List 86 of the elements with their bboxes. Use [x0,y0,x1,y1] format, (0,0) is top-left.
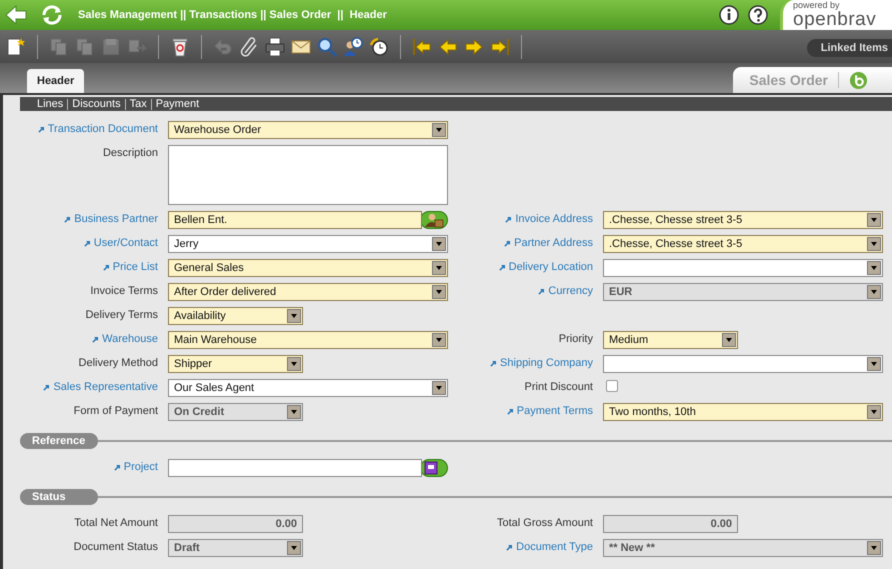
field-label[interactable]: Warehouse [92,333,158,345]
dropdown-field[interactable]: Two months, 10th [603,403,883,421]
field-label: Description [102,147,158,159]
link-arrow-icon [538,288,546,294]
field-label[interactable]: Delivery Location [498,261,593,273]
field-label: Delivery Terms [85,309,158,321]
printer-icon[interactable] [264,36,286,58]
field-label[interactable]: Business Partner [64,213,158,225]
field-label: Delivery Method [78,357,158,369]
dropdown-field[interactable]: Availability [168,307,303,325]
info-icon[interactable] [719,5,739,25]
subtab-link[interactable]: Lines [33,98,68,110]
history-icon[interactable] [368,36,390,58]
window-title: Sales Order [749,72,839,88]
field-label: Total Gross Amount [497,517,593,529]
field-label[interactable]: Project [114,461,158,473]
subtab-link[interactable]: Discounts [68,98,125,110]
dropdown-field[interactable]: On Credit [168,403,303,421]
dropdown-field[interactable]: .Chesse, Chesse street 3-5 [603,211,883,229]
dropdown-field[interactable]: EUR [603,283,883,301]
dropdown-field[interactable]: Main Warehouse [168,331,448,349]
dropdown-field[interactable]: Our Sales Agent [168,379,448,397]
link-arrow-icon [490,360,498,366]
refresh-icon[interactable] [40,3,64,27]
section-header[interactable]: Reference [20,433,98,449]
link-arrow-icon [92,336,100,342]
link-arrow-icon [38,126,45,132]
input-field[interactable]: Bellen Ent. [168,211,422,229]
user-clock-icon[interactable] [342,36,364,58]
link-arrow-icon [102,264,110,270]
dropdown-field[interactable] [603,259,883,277]
logo-icon [849,70,868,90]
link-arrow-icon [498,264,506,270]
checkbox[interactable] [606,380,618,392]
logo-tagline: powered by [793,0,841,11]
link-arrow-icon [64,216,72,222]
field-label[interactable]: Currency [538,285,593,297]
link-arrow-icon [505,216,512,222]
link-arrow-icon [114,464,121,470]
link-arrow-icon [506,408,514,414]
field-label[interactable]: Shipping Company [490,357,593,369]
folder-icon[interactable] [420,459,448,477]
dropdown-field[interactable]: Medium [603,331,738,349]
back-arrow-icon[interactable] [4,3,28,27]
dropdown-field[interactable]: Draft [168,539,303,557]
field-label[interactable]: Payment Terms [506,405,593,417]
input-field[interactable] [168,459,422,477]
section-header[interactable]: Status [20,489,98,505]
field-label: Priority [558,333,593,345]
dropdown-field[interactable]: Warehouse Order [168,121,448,139]
field-label[interactable]: Document Type [506,541,593,553]
field-label[interactable]: Sales Representative [43,381,158,393]
search-icon[interactable] [316,36,338,58]
amount-field: 0.00 [603,515,738,533]
dropdown-field[interactable]: ** New ** [603,539,883,557]
field-label: Form of Payment [74,405,158,417]
dropdown-field[interactable]: Jerry [168,235,448,253]
dropdown-field[interactable]: General Sales [168,259,448,277]
field-label[interactable]: Transaction Document [38,123,158,135]
dropdown-field[interactable] [603,355,883,373]
subtab-link[interactable]: Tax [126,98,151,110]
subtab-link[interactable]: Payment [152,98,204,110]
link-arrow-icon [504,240,512,246]
dropdown-field[interactable]: Shipper [168,355,303,373]
tab[interactable]: Header [27,69,84,93]
dropdown-field[interactable]: After Order delivered [168,283,448,301]
link-arrow-icon [506,544,514,550]
field-label[interactable]: Price List [102,261,158,273]
description-textarea[interactable] [168,145,448,205]
logo-wordmark: openbrav [793,11,878,28]
breadcrumb: Sales Management || Transactions || Sales Order || Header [78,9,388,21]
field-label: Total Net Amount [74,517,158,529]
field-label: Document Status [74,541,158,553]
dropdown-field[interactable]: .Chesse, Chesse street 3-5 [603,235,883,253]
field-label: Print Discount [524,381,593,393]
link-arrow-icon [43,384,50,390]
field-label[interactable]: Partner Address [504,237,593,249]
field-label: Invoice Terms [90,285,158,297]
link-arrow-icon [84,240,91,246]
linked-items-button[interactable]: Linked Items [806,39,892,57]
amount-field: 0.00 [168,515,303,533]
field-label[interactable]: User/Contact [84,237,158,249]
help-icon[interactable] [748,5,768,25]
new-document-icon[interactable] [5,36,27,58]
person-briefcase-icon[interactable] [420,211,448,229]
field-label[interactable]: Invoice Address [505,213,593,225]
